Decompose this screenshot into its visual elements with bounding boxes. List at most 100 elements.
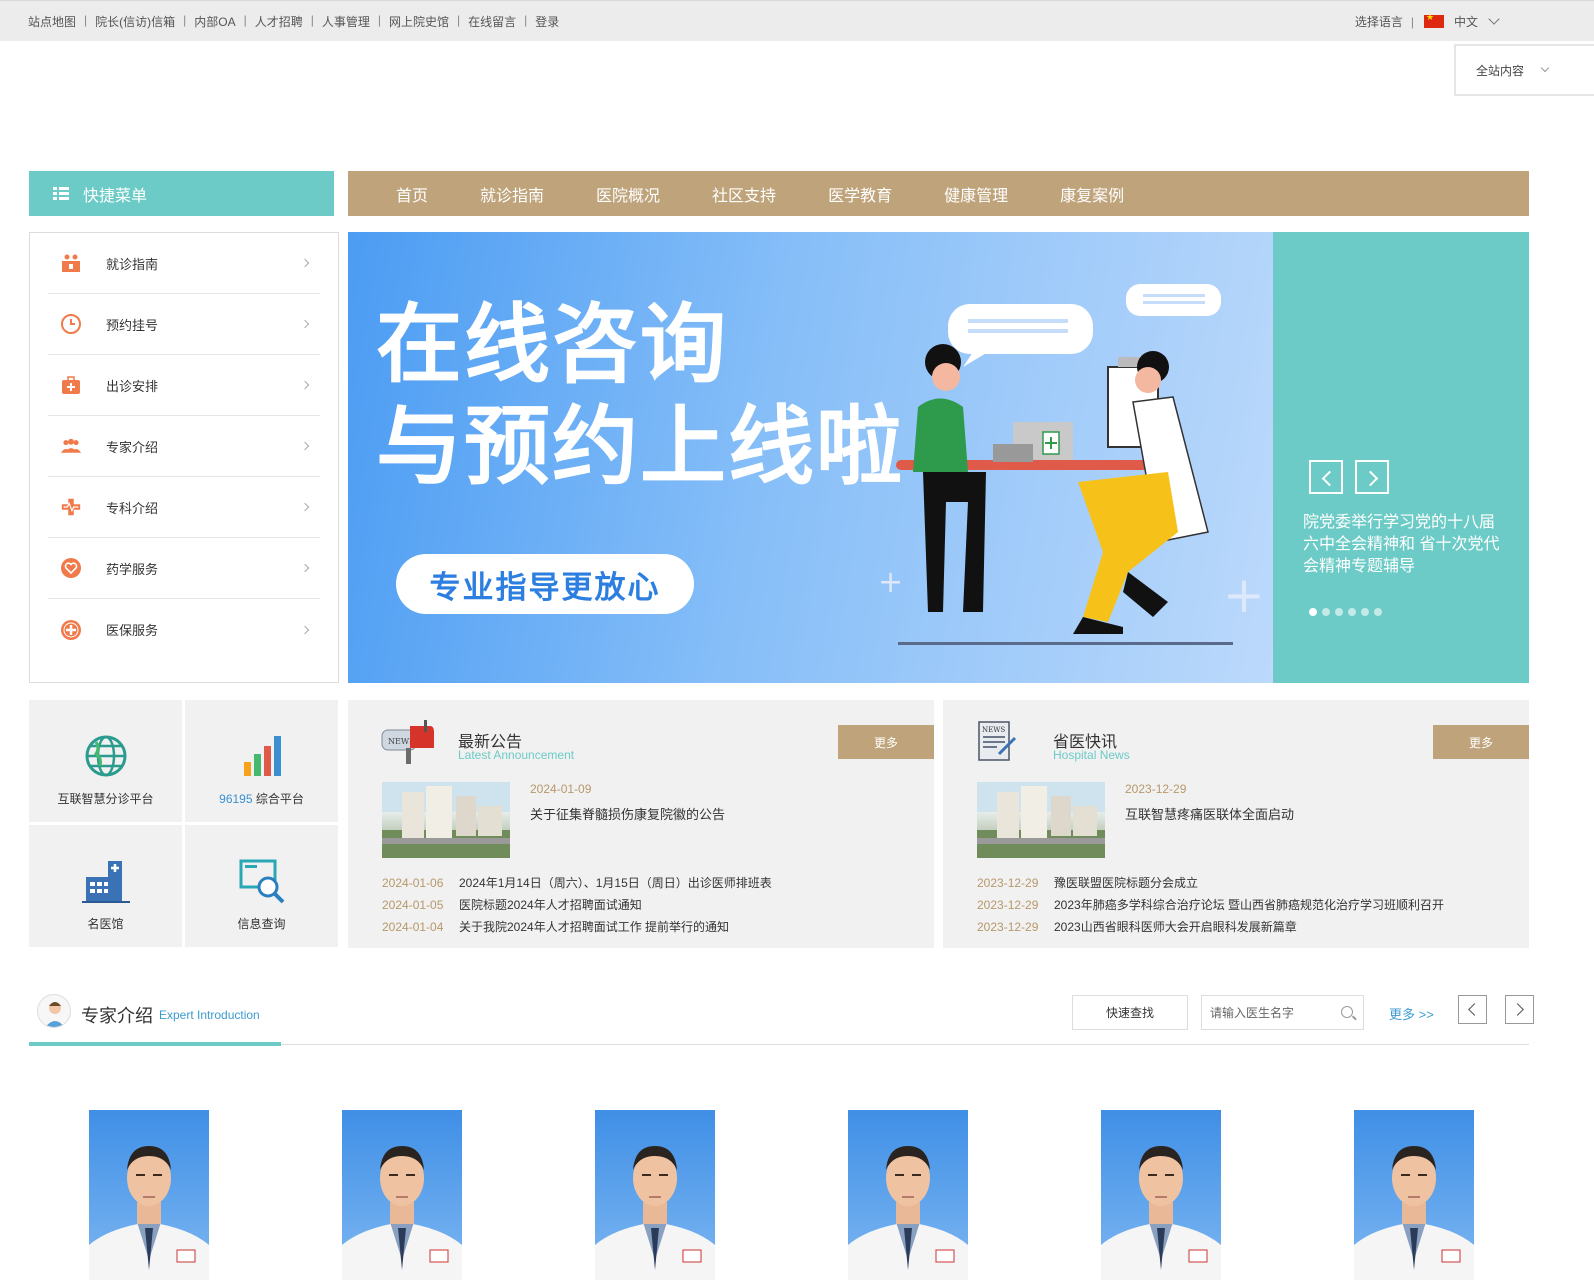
news-panel: NEWS 省医快讯 Hospital News 更多 2023-12-29 互联… — [943, 700, 1529, 948]
bar-chart-icon — [243, 736, 281, 776]
hospital-photo[interactable] — [977, 782, 1105, 858]
top-link-message[interactable]: 在线留言 — [468, 13, 516, 30]
svg-text:+: + — [878, 565, 903, 600]
list-item[interactable]: 2023-12-29 豫医联盟医院标题分会成立 — [977, 872, 1444, 894]
banner-title: 在线咨询 与预约上线啦 — [376, 294, 904, 498]
featured-title[interactable]: 互联智慧疼痛医联体全面启动 — [1125, 804, 1294, 823]
top-links: 站点地图 | 院长(信访)信箱 | 内部OA | 人才招聘 | 人事管理 | 网上院史馆 |… — [28, 13, 559, 30]
slide-dot[interactable] — [1309, 608, 1317, 616]
expert-next-button[interactable] — [1505, 995, 1534, 1024]
slide-next-button[interactable] — [1355, 460, 1389, 494]
announcement-more-button[interactable]: 更多 — [838, 725, 934, 759]
banner-caption[interactable]: 院党委举行学习党的十八届六中全会精神和 省十次党代会精神专题辅导 — [1303, 512, 1503, 578]
doctor-photo[interactable] — [1354, 1110, 1474, 1280]
quick-menu-item-appointment[interactable]: 预约挂号 — [48, 294, 320, 355]
top-link-oa[interactable]: 内部OA — [194, 13, 235, 30]
tile-label: 信息查询 — [237, 917, 286, 931]
newspaper-icon: NEWS — [978, 721, 1017, 761]
top-link-recruitment[interactable]: 人才招聘 — [255, 13, 303, 30]
quick-menu-item-guide[interactable]: 就诊指南 — [48, 233, 320, 294]
quick-menu: 就诊指南 预约挂号 出诊安排 专家介绍 专科介绍 药学服务 医保服务 — [29, 232, 339, 683]
featured-date: 2023-12-29 — [1125, 782, 1187, 796]
top-link-login[interactable]: 登录 — [535, 13, 559, 30]
quick-menu-item-insurance[interactable]: 医保服务 — [48, 599, 320, 660]
list-item[interactable]: 2024-01-06 2024年1月14日（周六）、1月15日（周日）出诊医师排班… — [382, 872, 772, 894]
nav-overview[interactable]: 医院概况 — [570, 182, 686, 206]
search-screen-icon — [239, 859, 284, 904]
site-search-scope[interactable]: 全站内容 — [1454, 44, 1594, 96]
tile-96195-platform[interactable]: 96195 综合平台 — [185, 700, 338, 822]
announcement-panel: NEWS 最新公告 Latest Announcement 更多 2024-01… — [348, 700, 934, 948]
featured-date: 2024-01-09 — [530, 782, 592, 796]
expert-section-header: 专家介绍 Expert Introduction 快速查找 更多 >> — [29, 990, 1534, 1046]
doctor-photo[interactable] — [342, 1110, 462, 1280]
nav-home[interactable]: 首页 — [370, 182, 454, 206]
doctor-avatar-icon — [37, 994, 71, 1028]
slide-dots — [1309, 608, 1387, 616]
slide-dot[interactable] — [1322, 608, 1330, 616]
nav-community[interactable]: 社区支持 — [686, 182, 802, 206]
quick-menu-item-departments[interactable]: 专科介绍 — [48, 477, 320, 538]
nav-cases[interactable]: 康复案例 — [1034, 182, 1150, 206]
group-icon — [60, 435, 82, 457]
quick-find-button[interactable]: 快速查找 — [1072, 995, 1188, 1030]
featured-title[interactable]: 关于征集脊髓损伤康复院徽的公告 — [530, 804, 725, 823]
top-link-director-mailbox[interactable]: 院长(信访)信箱 — [95, 13, 175, 30]
nav-health[interactable]: 健康管理 — [918, 182, 1034, 206]
quick-menu-label: 专家介绍 — [106, 439, 159, 455]
chevron-right-icon — [300, 625, 310, 634]
nav-guide[interactable]: 就诊指南 — [454, 182, 570, 206]
tile-label: 96195 综合平台 — [219, 790, 304, 807]
nav-education[interactable]: 医学教育 — [802, 182, 918, 206]
chevron-right-icon — [300, 563, 310, 573]
expert-prev-button[interactable] — [1458, 995, 1487, 1024]
hero-banner[interactable]: 在线咨询 与预约上线啦 专业指导更放心 + + — [348, 232, 1273, 683]
search-icon[interactable] — [1341, 1006, 1353, 1018]
list-item[interactable]: 2023-12-29 2023年肺癌多学科综合治疗论坛 暨山西省肺癌规范化治疗学习… — [977, 894, 1444, 916]
doctor-photo[interactable] — [89, 1110, 209, 1280]
separator: | — [183, 13, 187, 27]
slide-prev-button[interactable] — [1309, 460, 1343, 494]
slide-dot[interactable] — [1374, 608, 1382, 616]
doctor-photo[interactable] — [1101, 1110, 1221, 1280]
china-flag-icon — [1423, 12, 1444, 28]
tile-triage-platform[interactable]: 互联智慧分诊平台 — [29, 700, 182, 822]
list-icon — [53, 186, 69, 201]
heart-icon — [60, 557, 82, 579]
doctor-photo[interactable] — [848, 1110, 968, 1280]
quick-menu-item-pharmacy[interactable]: 药学服务 — [48, 538, 320, 599]
svg-text:+: + — [1223, 566, 1265, 624]
expert-more-link[interactable]: 更多 >> — [1389, 1004, 1434, 1023]
quick-menu-label: 就诊指南 — [106, 256, 159, 272]
consultation-illustration-icon: + + — [878, 284, 1265, 645]
separator: | — [1410, 14, 1414, 29]
banner-caption-panel: 院党委举行学习党的十八届六中全会精神和 省十次党代会精神专题辅导 — [1273, 232, 1529, 683]
chevron-down-icon — [1540, 63, 1550, 72]
top-link-hr[interactable]: 人事管理 — [322, 13, 370, 30]
top-link-history[interactable]: 网上院史馆 — [389, 13, 449, 30]
list-item[interactable]: 2024-01-05 医院标题2024年人才招聘面试通知 — [382, 894, 772, 916]
language-selector[interactable]: 选择语言 | 中文 — [1355, 12, 1500, 30]
slide-dot[interactable] — [1335, 608, 1343, 616]
news-more-button[interactable]: 更多 — [1433, 725, 1529, 759]
slide-dot[interactable] — [1348, 608, 1356, 616]
hospital-photo[interactable] — [382, 782, 510, 858]
clock-icon — [60, 313, 82, 335]
quick-menu-item-schedule[interactable]: 出诊安排 — [48, 355, 320, 416]
top-bar: 站点地图 | 院长(信访)信箱 | 内部OA | 人才招聘 | 人事管理 | 网上院史馆 |… — [0, 0, 1594, 41]
top-link-sitemap[interactable]: 站点地图 — [28, 13, 76, 30]
list-item[interactable]: 2024-01-04 关于我院2024年人才招聘面试工作 提前举行的通知 — [382, 916, 772, 938]
doctor-search-input[interactable] — [1202, 996, 1332, 1029]
banner-line-1: 在线咨询 — [376, 295, 728, 395]
globe-icon — [85, 735, 126, 777]
slide-dot[interactable] — [1361, 608, 1369, 616]
expert-title: 专家介绍 — [81, 1006, 153, 1026]
tile-info-query[interactable]: 信息查询 — [185, 825, 338, 947]
quick-menu-item-experts[interactable]: 专家介绍 — [48, 416, 320, 477]
tile-famous-doctors[interactable]: 名医馆 — [29, 825, 182, 947]
list-item[interactable]: 2023-12-29 2023山西省眼科医师大会开启眼科发展新篇章 — [977, 916, 1444, 938]
news-mailbox-icon: NEWS — [381, 720, 434, 764]
list-date: 2023-12-29 — [977, 898, 1039, 912]
doctor-photo[interactable] — [595, 1110, 715, 1280]
hospital-building-icon — [81, 861, 130, 903]
